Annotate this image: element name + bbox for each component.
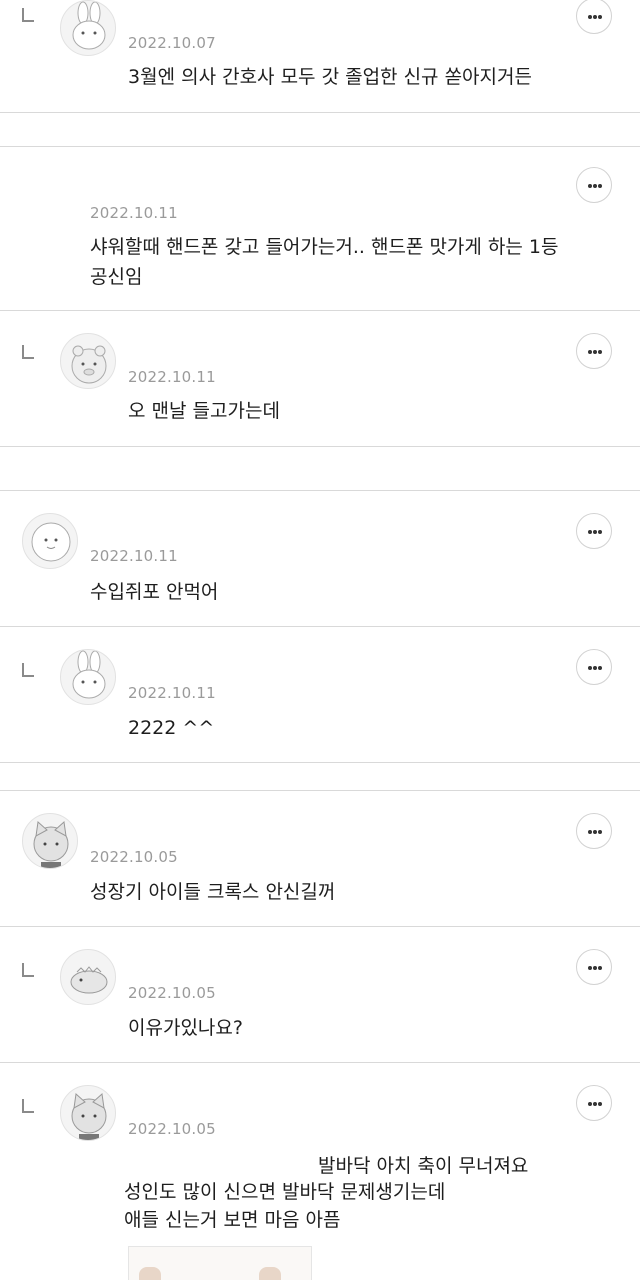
comment-text: 3월엔 의사 간호사 모두 갓 졸업한 신규 쏟아지거든 — [128, 66, 532, 88]
comment-text: 성장기 아이들 크록스 안신길꺼 — [90, 881, 336, 903]
reply-arrow-icon — [22, 963, 34, 977]
comment-date: 2022.10.11 — [90, 204, 178, 222]
comment-item: 2022.10.05 발바닥 아치 축이 무너져요 성인도 많이 신으면 발바닥… — [0, 1063, 640, 1280]
more-options-icon[interactable] — [576, 0, 612, 34]
comment-date: 2022.10.05 — [90, 848, 178, 866]
dinosaur-avatar-icon[interactable] — [60, 949, 116, 1005]
comment-date: 2022.10.05 — [128, 1120, 216, 1138]
comment-item: 2022.10.11 수입쥐포 안먹어 — [0, 491, 640, 626]
comment-feed: 2022.10.07 3월엔 의사 간호사 모두 갓 졸업한 신규 쏟아지거든 … — [0, 0, 640, 1280]
rabbit-avatar-icon[interactable] — [60, 649, 116, 705]
comment-item: 2022.10.05 성장기 아이들 크록스 안신길꺼 — [0, 791, 640, 926]
cat-avatar-icon[interactable] — [60, 1085, 116, 1141]
reply-arrow-icon — [22, 1099, 34, 1113]
comment-text: 공신임 — [90, 266, 143, 288]
cat-avatar-icon[interactable] — [22, 813, 78, 869]
comment-date: 2022.10.11 — [128, 368, 216, 386]
comment-date: 2022.10.05 — [128, 984, 216, 1002]
round-face-avatar-icon[interactable] — [22, 513, 78, 569]
comment-item: 2022.10.11 오 맨날 들고가는데 — [0, 311, 640, 446]
reply-arrow-icon — [22, 345, 34, 359]
comment-date: 2022.10.11 — [90, 547, 178, 565]
comment-text: 2222 ^^ — [128, 717, 215, 739]
more-options-icon[interactable] — [576, 167, 612, 203]
comment-text: 이유가있나요? — [128, 1017, 243, 1039]
comment-item: 2022.10.05 이유가있나요? — [0, 927, 640, 1062]
more-options-icon[interactable] — [576, 813, 612, 849]
comment-item: 2022.10.11 2222 ^^ — [0, 627, 640, 762]
more-options-icon[interactable] — [576, 513, 612, 549]
more-options-icon[interactable] — [576, 1085, 612, 1121]
comment-date: 2022.10.07 — [128, 34, 216, 52]
comment-text: 성인도 많이 신으면 발바닥 문제생기는데 — [124, 1181, 446, 1203]
more-options-icon[interactable] — [576, 333, 612, 369]
reply-arrow-icon — [22, 663, 34, 677]
comment-text: 샤워할때 핸드폰 갖고 들어가는거.. 핸드폰 맛가게 하는 1등 — [90, 236, 559, 258]
comment-item: 2022.10.07 3월엔 의사 간호사 모두 갓 졸업한 신규 쏟아지거든 — [0, 0, 640, 112]
bear-avatar-icon[interactable] — [60, 333, 116, 389]
attached-photo[interactable] — [128, 1246, 312, 1280]
more-options-icon[interactable] — [576, 649, 612, 685]
comment-date: 2022.10.11 — [128, 684, 216, 702]
comment-text: 애들 신는거 보면 마음 아픔 — [124, 1209, 341, 1231]
more-options-icon[interactable] — [576, 949, 612, 985]
comment-text: 수입쥐포 안먹어 — [90, 581, 219, 603]
comment-text: 오 맨날 들고가는데 — [128, 400, 280, 422]
rabbit-avatar-icon[interactable] — [60, 0, 116, 56]
reply-arrow-icon — [22, 8, 34, 22]
comment-item: 2022.10.11 샤워할때 핸드폰 갖고 들어가는거.. 핸드폰 맛가게 하… — [0, 147, 640, 310]
